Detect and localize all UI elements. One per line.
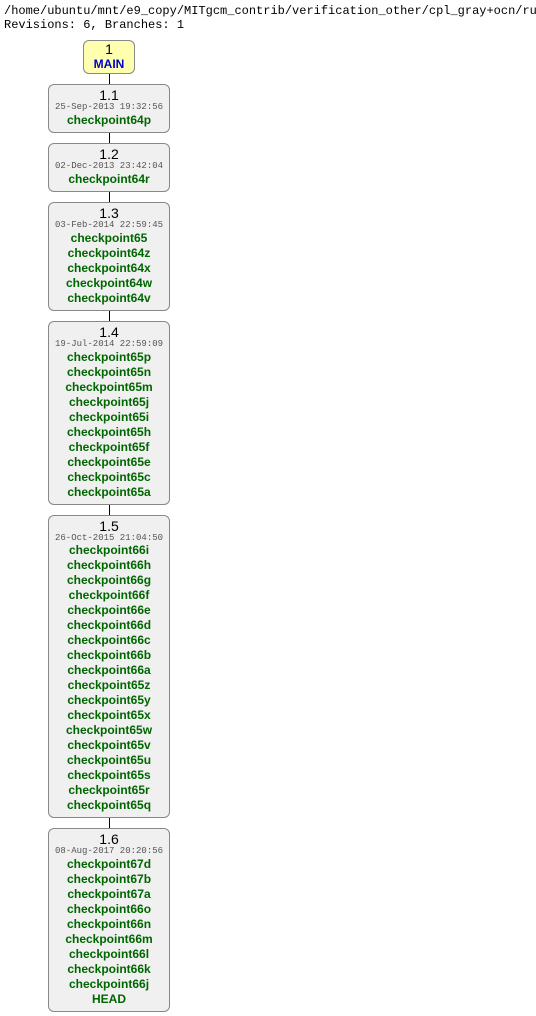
revision-node[interactable]: 1.608-Aug-2017 20:20:56checkpoint67dchec…	[48, 828, 170, 1012]
connector	[109, 74, 110, 84]
revision-number: 1.4	[55, 324, 163, 340]
tag-label: checkpoint66o	[55, 902, 163, 917]
tag-label: checkpoint64z	[55, 246, 163, 261]
tag-label: checkpoint67d	[55, 857, 163, 872]
revision-date: 03-Feb-2014 22:59:45	[55, 221, 163, 231]
tag-label: checkpoint66d	[55, 618, 163, 633]
tag-label: checkpoint65m	[55, 380, 163, 395]
tag-label: HEAD	[55, 992, 163, 1007]
connector	[109, 192, 110, 202]
revision-date: 19-Jul-2014 22:59:09	[55, 340, 163, 350]
tag-label: checkpoint65	[55, 231, 163, 246]
tag-label: checkpoint65n	[55, 365, 163, 380]
revision-node[interactable]: 1.419-Jul-2014 22:59:09checkpoint65pchec…	[48, 321, 170, 505]
connector	[109, 311, 110, 321]
tag-label: checkpoint66a	[55, 663, 163, 678]
revision-date: 25-Sep-2013 19:32:56	[55, 103, 163, 113]
tag-label: checkpoint65p	[55, 350, 163, 365]
tag-label: checkpoint66n	[55, 917, 163, 932]
tag-label: checkpoint66j	[55, 977, 163, 992]
tag-label: checkpoint64x	[55, 261, 163, 276]
tag-label: checkpoint66f	[55, 588, 163, 603]
revision-date: 08-Aug-2017 20:20:56	[55, 847, 163, 857]
tag-label: checkpoint65u	[55, 753, 163, 768]
tag-label: checkpoint67b	[55, 872, 163, 887]
tag-label: checkpoint65a	[55, 485, 163, 500]
tag-label: checkpoint67a	[55, 887, 163, 902]
tag-label: checkpoint66e	[55, 603, 163, 618]
branch-number: 1	[94, 41, 125, 57]
tag-label: checkpoint65w	[55, 723, 163, 738]
tag-label: checkpoint64p	[55, 113, 163, 128]
tag-label: checkpoint65j	[55, 395, 163, 410]
revision-number: 1.1	[55, 87, 163, 103]
tag-label: checkpoint65s	[55, 768, 163, 783]
revision-graph: 1MAIN1.125-Sep-2013 19:32:56checkpoint64…	[16, 40, 532, 1012]
tag-label: checkpoint66c	[55, 633, 163, 648]
tag-label: checkpoint65v	[55, 738, 163, 753]
revision-date: 26-Oct-2015 21:04:50	[55, 534, 163, 544]
revision-node[interactable]: 1.125-Sep-2013 19:32:56checkpoint64p	[48, 84, 170, 133]
revision-date: 02-Dec-2013 23:42:04	[55, 162, 163, 172]
tag-label: checkpoint65z	[55, 678, 163, 693]
tag-label: checkpoint66l	[55, 947, 163, 962]
tag-label: checkpoint66g	[55, 573, 163, 588]
tag-label: checkpoint65h	[55, 425, 163, 440]
tag-label: checkpoint64v	[55, 291, 163, 306]
revision-node[interactable]: 1.303-Feb-2014 22:59:45checkpoint65check…	[48, 202, 170, 311]
file-path: /home/ubuntu/mnt/e9_copy/MITgcm_contrib/…	[4, 4, 532, 18]
tag-label: checkpoint66b	[55, 648, 163, 663]
tag-label: checkpoint66k	[55, 962, 163, 977]
tag-label: checkpoint65y	[55, 693, 163, 708]
connector	[109, 133, 110, 143]
tag-label: checkpoint65x	[55, 708, 163, 723]
tag-label: checkpoint65c	[55, 470, 163, 485]
revision-number: 1.6	[55, 831, 163, 847]
connector	[109, 818, 110, 828]
tag-label: checkpoint66m	[55, 932, 163, 947]
connector	[109, 505, 110, 515]
revision-node[interactable]: 1.202-Dec-2013 23:42:04checkpoint64r	[48, 143, 170, 192]
tag-label: checkpoint65q	[55, 798, 163, 813]
tag-label: checkpoint65e	[55, 455, 163, 470]
tag-label: checkpoint66i	[55, 543, 163, 558]
tag-label: checkpoint65r	[55, 783, 163, 798]
branch-node[interactable]: 1MAIN	[83, 40, 136, 74]
tag-label: checkpoint64w	[55, 276, 163, 291]
tag-label: checkpoint66h	[55, 558, 163, 573]
revision-number: 1.3	[55, 205, 163, 221]
revisions-summary: Revisions: 6, Branches: 1	[4, 18, 532, 32]
tag-label: checkpoint65f	[55, 440, 163, 455]
branch-name: MAIN	[94, 57, 125, 71]
tag-label: checkpoint65i	[55, 410, 163, 425]
revision-number: 1.5	[55, 518, 163, 534]
revision-number: 1.2	[55, 146, 163, 162]
tag-label: checkpoint64r	[55, 172, 163, 187]
revision-node[interactable]: 1.526-Oct-2015 21:04:50checkpoint66ichec…	[48, 515, 170, 819]
